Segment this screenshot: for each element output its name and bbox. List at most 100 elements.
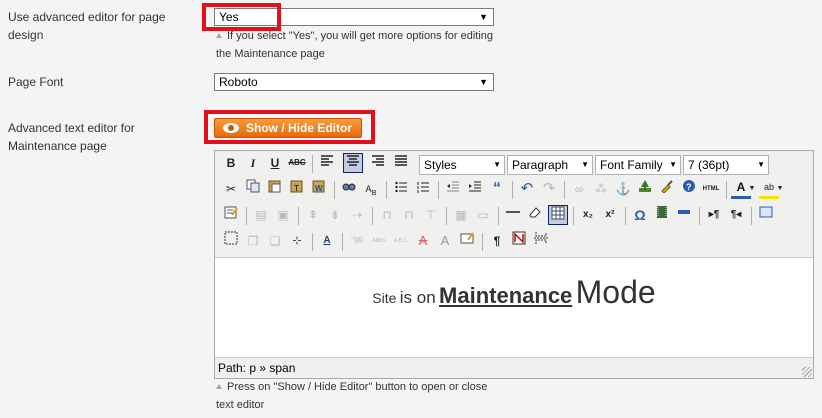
insert-row-after-icon[interactable]: ⇟ xyxy=(325,205,345,225)
toolbar-separator xyxy=(699,207,700,225)
style-props-icon[interactable]: A xyxy=(317,231,337,251)
merge-cells-icon[interactable]: ▭ xyxy=(473,205,493,225)
insert-layer-icon[interactable] xyxy=(221,231,241,251)
html-source-button[interactable]: HTML xyxy=(701,179,721,199)
split-cells-icon[interactable]: ▦ xyxy=(451,205,471,225)
insert-col-before-icon[interactable]: ⊓ xyxy=(377,205,397,225)
editor-content[interactable]: Site is on Maintenance Mode xyxy=(215,257,813,358)
svg-text:W: W xyxy=(315,184,323,193)
cite-icon[interactable]: “99 xyxy=(347,231,367,251)
blockquote-icon[interactable]: “ xyxy=(487,179,507,199)
chevron-down-icon: ▼ xyxy=(669,160,677,169)
numbered-list-icon[interactable] xyxy=(413,179,433,199)
underline-button[interactable]: U xyxy=(265,153,285,173)
toolbar-separator xyxy=(498,207,499,225)
cut-icon[interactable]: ✂ xyxy=(221,179,241,199)
unlink-icon[interactable]: ⁂ xyxy=(591,179,611,199)
acronym-icon[interactable]: A.B.C. xyxy=(391,231,411,251)
delete-text-icon[interactable]: A xyxy=(413,231,433,251)
format-select[interactable]: Paragraph ▼ xyxy=(507,155,593,175)
toolbar-row-4: ❐ ❏ ⊹ A “99 ABBS A.B.C. A A ¶ xyxy=(219,231,809,253)
paste-word-icon[interactable]: W xyxy=(309,179,329,199)
paste-text-icon[interactable]: T xyxy=(287,179,307,199)
delete-row-icon[interactable]: ⇢ xyxy=(347,205,367,225)
toolbar-separator xyxy=(312,233,313,251)
attributes-icon[interactable] xyxy=(457,231,477,251)
insert-col-after-icon[interactable]: ⊓ xyxy=(399,205,419,225)
content-word: Mode xyxy=(575,274,656,310)
align-center-icon xyxy=(347,155,359,166)
page-break-icon[interactable] xyxy=(531,231,551,251)
advanced-hr-icon[interactable] xyxy=(674,205,694,225)
copy-icon[interactable] xyxy=(243,179,263,199)
svg-text:T: T xyxy=(294,184,299,193)
rtl-icon[interactable]: ¶◂ xyxy=(726,205,746,225)
superscript-button[interactable]: x² xyxy=(600,205,620,225)
edit-table-icon[interactable] xyxy=(221,205,241,225)
toolbar-separator xyxy=(438,181,439,199)
chevron-down-icon: ▼ xyxy=(479,12,488,22)
align-left-button[interactable] xyxy=(317,153,337,173)
toolbar-separator xyxy=(564,181,565,199)
anchor-icon[interactable]: ⚓ xyxy=(613,179,633,199)
hint-triangle-icon xyxy=(216,33,222,38)
move-forward-icon[interactable]: ❐ xyxy=(243,231,263,251)
chevron-down-icon[interactable]: ▼ xyxy=(775,179,785,199)
row-props-icon[interactable]: ▤ xyxy=(251,205,271,225)
cleanup-icon[interactable] xyxy=(657,179,677,199)
toolbar-separator xyxy=(342,233,343,251)
redo-icon[interactable]: ↷ xyxy=(539,179,559,199)
visual-chars-button[interactable]: ¶ xyxy=(487,231,507,251)
page-font-select[interactable]: Roboto ▼ xyxy=(214,73,494,91)
insert-row-before-icon[interactable]: ⇞ xyxy=(303,205,323,225)
insert-text-icon[interactable]: A xyxy=(435,231,455,251)
content-word: Site xyxy=(372,290,397,306)
bold-button[interactable]: B xyxy=(221,153,241,173)
chevron-down-icon: ▼ xyxy=(757,160,765,169)
eraser-icon[interactable] xyxy=(525,205,545,225)
replace-icon[interactable]: AB xyxy=(361,179,381,199)
cell-props-icon[interactable]: ▣ xyxy=(273,205,293,225)
fullscreen-icon[interactable] xyxy=(756,205,776,225)
outdent-icon[interactable] xyxy=(443,179,463,199)
image-icon[interactable] xyxy=(635,179,655,199)
indent-icon[interactable] xyxy=(465,179,485,199)
subscript-button[interactable]: x₂ xyxy=(578,205,598,225)
toolbar-separator xyxy=(246,207,247,225)
italic-button[interactable]: I xyxy=(243,153,263,173)
link-icon[interactable]: ∞ xyxy=(569,179,589,199)
move-backward-icon[interactable]: ❏ xyxy=(265,231,285,251)
resize-grip-icon[interactable] xyxy=(802,367,812,377)
text-editor-hint: Press on "Show / Hide Editor" button to … xyxy=(216,381,488,411)
paste-icon[interactable] xyxy=(265,179,285,199)
font-size-select[interactable]: 7 (36pt) ▼ xyxy=(683,155,769,175)
ltr-icon[interactable]: ▸¶ xyxy=(704,205,724,225)
media-icon[interactable] xyxy=(652,205,672,225)
find-icon[interactable] xyxy=(339,179,359,199)
toolbar-separator xyxy=(298,207,299,225)
toolbar-separator xyxy=(625,207,626,225)
chevron-down-icon: ▼ xyxy=(581,160,589,169)
align-justify-button[interactable] xyxy=(391,153,411,173)
visual-aid-icon[interactable] xyxy=(548,205,568,225)
font-family-select[interactable]: Font Family ▼ xyxy=(595,155,681,175)
abbr-icon[interactable]: ABBS xyxy=(369,231,389,251)
non-breaking-icon[interactable] xyxy=(509,231,529,251)
chevron-down-icon: ▼ xyxy=(493,160,501,169)
hint-triangle-icon xyxy=(216,384,222,389)
bullet-list-icon[interactable] xyxy=(391,179,411,199)
content-word: Maintenance xyxy=(439,283,573,308)
toolbar-separator xyxy=(334,181,335,199)
align-center-button[interactable] xyxy=(343,153,363,173)
horizontal-rule-icon[interactable] xyxy=(503,205,523,225)
absolute-position-icon[interactable]: ⊹ xyxy=(287,231,307,251)
chevron-down-icon[interactable]: ▼ xyxy=(747,179,757,199)
strikethrough-button[interactable]: ABC xyxy=(287,153,307,173)
undo-icon[interactable]: ↶ xyxy=(517,179,537,199)
special-char-button[interactable]: Ω xyxy=(630,205,650,225)
align-right-button[interactable] xyxy=(368,153,388,173)
styles-select[interactable]: Styles ▼ xyxy=(419,155,505,175)
help-icon[interactable]: ? xyxy=(679,179,699,199)
toolbar-separator xyxy=(372,207,373,225)
delete-col-icon[interactable]: ⊤ xyxy=(421,205,441,225)
